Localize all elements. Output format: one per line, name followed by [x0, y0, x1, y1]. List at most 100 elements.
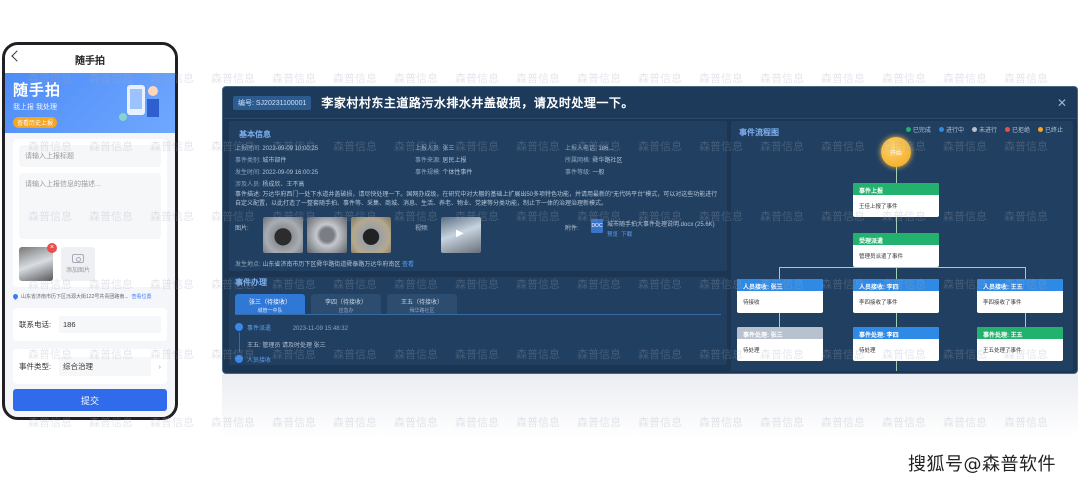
attachment-image[interactable]: [307, 217, 347, 253]
field-occur-time: 发生时间: 2022-09-09 16:00:25: [235, 170, 319, 176]
person-phone-illustration-icon: [119, 85, 159, 121]
file-preview-link[interactable]: 预览: [607, 232, 618, 238]
log-time: 2023-11-09 15:48:32: [292, 326, 348, 332]
photo-thumbnail[interactable]: ×: [19, 243, 57, 281]
flow-node-dispatch[interactable]: 受理派遣 管理员派遣了事件: [853, 233, 939, 267]
left-pane: 基本信息 上报时间: 2022-09-09 10:00:25 上报人员: 张三 …: [229, 121, 727, 371]
flow-node-receive-zhangsan[interactable]: 人员接收: 张三 待接收: [737, 279, 823, 313]
footer-brand-text: 搜狐号@森普软件: [908, 454, 1056, 475]
phone-number-row: 联系电话: 186: [13, 308, 167, 341]
screenshot-root: 随手拍 随手拍 我上报 我处理 查看历史上报 请输入上报标题 请输入上报信息的描…: [0, 0, 1080, 484]
tab-lisi[interactable]: 李四（待接收） 应急办: [311, 294, 381, 314]
event-title: 李家村村东主道路污水排水井盖破损，请及时处理一下。: [321, 96, 634, 110]
watermark-text: 森普信息: [272, 72, 316, 85]
file-download-link[interactable]: 下载: [621, 232, 632, 238]
log-entry: 事件派遣 2023-11-09 15:48:32 王五: 管理员 请及时处理 张…: [235, 323, 721, 352]
phone-page-title: 随手拍: [75, 55, 105, 67]
field-reporter: 上报人员: 张三: [415, 146, 455, 152]
event-detail-dialog: 编号: SJ20231100001 李家村村东主道路污水排水井盖破损，请及时处理…: [222, 86, 1078, 374]
log-entry: 人员接收: [235, 355, 721, 364]
phone-label: 联系电话:: [19, 320, 52, 329]
field-report-time: 上报时间: 2022-09-09 10:00:25: [235, 146, 319, 152]
attachment-image[interactable]: [263, 217, 303, 253]
video-thumbnail[interactable]: [441, 217, 481, 253]
field-event-category: 事件类别: 城市部件: [235, 158, 287, 164]
video-label: 视频:: [415, 226, 429, 232]
attach-label: 图片:: [235, 226, 249, 232]
basic-info-title: 基本信息: [239, 130, 271, 139]
watermark-text: 森普信息: [943, 72, 987, 85]
field-event-source: 事件来源: 居民上报: [415, 158, 467, 164]
watermark-text: 森普信息: [699, 72, 743, 85]
close-icon[interactable]: ✕: [1057, 96, 1067, 110]
field-grid: 所属网格: 舜华路社区: [565, 158, 623, 164]
flow-node-process-lisi[interactable]: 事件处理: 李四 待处理: [853, 327, 939, 361]
flow-node-receive-wangwu[interactable]: 人员接收: 王五 李四接收了事件: [977, 279, 1063, 313]
basic-info-panel: 基本信息 上报时间: 2022-09-09 10:00:25 上报人员: 张三 …: [229, 121, 727, 271]
phone-header: 随手拍: [5, 45, 175, 73]
field-involved-people: 涉及人员: 杨成欣、王不高: [235, 182, 305, 188]
file-name: 城市随手拍大事件处理说明.docx (25.6K): [607, 222, 715, 228]
legend-item: 已拒绝: [1004, 125, 1030, 134]
flow-start-node[interactable]: 开始: [881, 137, 911, 167]
photo-list: × 添加图片: [19, 243, 161, 281]
phone-input[interactable]: 186: [59, 316, 161, 333]
watermark-text: 森普信息: [638, 72, 682, 85]
watermark-text: 森普信息: [760, 72, 804, 85]
view-address-link[interactable]: 查看: [402, 262, 414, 268]
desc-text: 万达华府西门一处下水道井盖破损，请尽快处理一下。国网办成级，在研究中对大棚的基础…: [235, 192, 718, 207]
event-type-row[interactable]: 事件类型: 综合治理 ›: [13, 349, 167, 384]
occur-address: 发生地点: 山东省济南市历下区舜华路街道舜泰路万达华府南区 查看: [235, 259, 414, 268]
phone-banner: 随手拍 我上报 我处理 查看历史上报: [5, 73, 175, 133]
doc-file-icon: DOC: [591, 219, 603, 233]
log-body: 王五: 管理员 请及时处理 张三: [247, 343, 326, 349]
back-icon[interactable]: [11, 50, 23, 62]
event-type-label: 事件类型:: [19, 362, 52, 371]
view-location-link[interactable]: 查看位置: [132, 293, 152, 300]
event-description: 事件描述: 万达华府西门一处下水道井盖破损，请尽快处理一下。国网办成级，在研究中…: [235, 191, 721, 209]
addr-label: 发生地点:: [235, 262, 261, 268]
watermark-text: 森普信息: [455, 72, 499, 85]
dialog-header: 编号: SJ20231100001 李家村村东主道路污水排水井盖破损，请及时处理…: [223, 87, 1077, 119]
dashboard-reflection: [222, 374, 1078, 438]
location-row: 山东省济南市历下区泺源大街122号共青团路南... 查看位置: [11, 292, 167, 301]
delete-photo-icon[interactable]: ×: [47, 243, 57, 253]
addr-text: 山东省济南市历下区舜华路街道舜泰路万达华府南区: [262, 262, 401, 268]
watermark-text: 森普信息: [516, 72, 560, 85]
watermark-text: 森普信息: [882, 72, 926, 85]
description-textarea[interactable]: 请输入上报信息的描述...: [19, 173, 161, 239]
timeline-dot-icon: [235, 323, 243, 331]
event-type-select[interactable]: 综合治理: [59, 357, 151, 376]
tab-wangwu[interactable]: 王五（待接收） 舜华路社区: [387, 294, 457, 314]
watermark-text: 森普信息: [333, 72, 377, 85]
report-form-card: 请输入上报标题 请输入上报信息的描述... × 添加图片: [13, 139, 167, 287]
handler-tabs: 张三（待接收） 城管一中队 李四（待接收） 应急办 王五（待接收） 舜华路社区: [235, 288, 721, 315]
field-event-level: 事件等级: 一般: [565, 170, 605, 176]
submit-button[interactable]: 提交: [13, 389, 167, 411]
flow-node-process-zhangsan[interactable]: 事件处理: 张三 待处理: [737, 327, 823, 361]
log-status: 人员接收: [247, 358, 272, 364]
flow-node-receive-lisi[interactable]: 人员接收: 李四 李四接收了事件: [853, 279, 939, 313]
event-number-badge: 编号: SJ20231100001: [233, 95, 312, 110]
camera-icon: [72, 254, 84, 263]
add-photo-button[interactable]: 添加图片: [61, 247, 95, 281]
flow-node-report[interactable]: 事件上报 王佳上报了事件: [853, 183, 939, 217]
add-photo-label: 添加图片: [65, 268, 90, 274]
watermark-text: 森普信息: [821, 72, 865, 85]
flow-chart-panel: 事件流程图 已完成 进行中 未进行 已拒绝 已终止 开始 事件上报 王佳上报了事件: [731, 121, 1073, 371]
flow-legend: 已完成 进行中 未进行 已拒绝 已终止: [905, 125, 1063, 134]
flow-node-process-wangwu[interactable]: 事件处理: 王五 王五处理了事件: [977, 327, 1063, 361]
location-text: 山东省济南市历下区泺源大街122号共青团路南...: [21, 294, 129, 300]
file-attachment: DOC 城市随手拍大事件处理说明.docx (25.6K) 预览 下载: [591, 219, 715, 238]
event-handling-panel: 事件办理 张三（待接收） 城管一中队 李四（待接收） 应急办 王五（待接收） 舜华路社…: [229, 277, 727, 365]
history-badge-button[interactable]: 查看历史上报: [13, 117, 58, 128]
attachment-image[interactable]: [351, 217, 391, 253]
title-input[interactable]: 请输入上报标题: [19, 145, 161, 167]
legend-item: 已终止: [1037, 125, 1063, 134]
mobile-phone-frame: 随手拍 随手拍 我上报 我处理 查看历史上报 请输入上报标题 请输入上报信息的描…: [2, 42, 178, 420]
watermark-text: 森普信息: [577, 72, 621, 85]
tab-zhangsan[interactable]: 张三（待接收） 城管一中队: [235, 294, 305, 314]
video-attachments: [441, 217, 481, 253]
log-status: 事件派遣: [247, 326, 272, 332]
desc-label: 事件描述:: [235, 192, 261, 198]
